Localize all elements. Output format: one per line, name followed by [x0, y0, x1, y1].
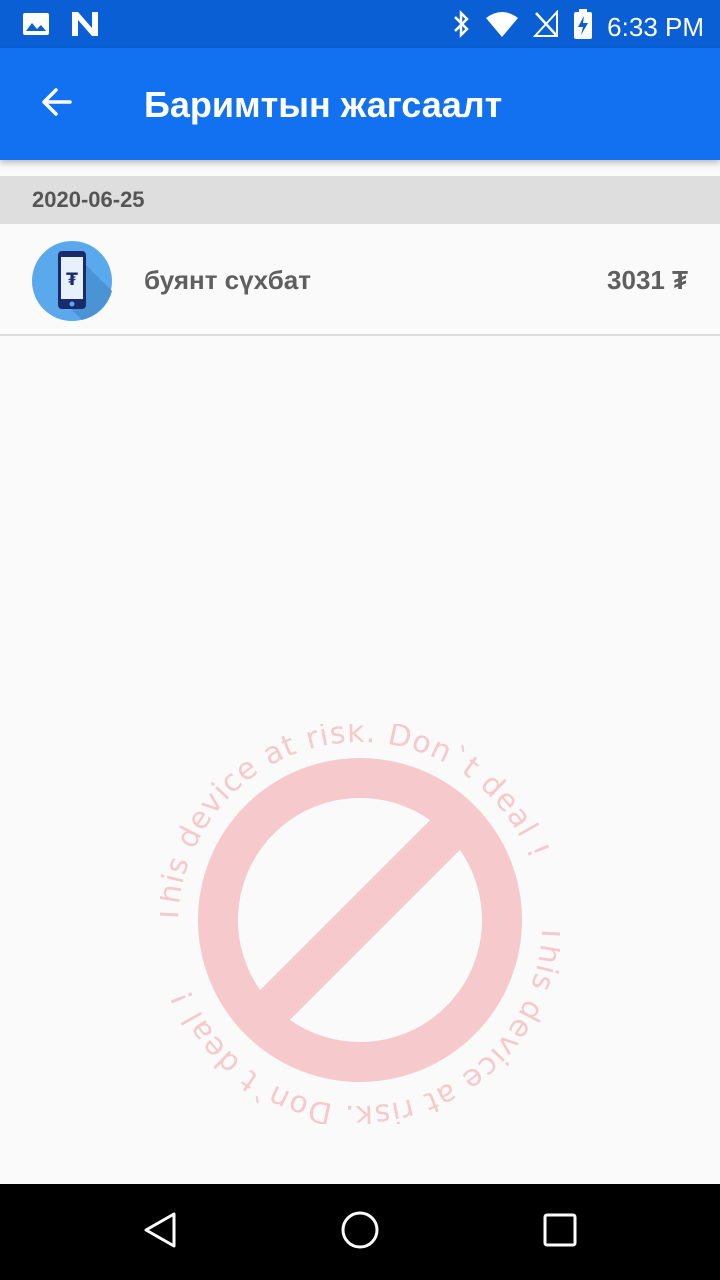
- battery-charging-icon: [573, 8, 593, 45]
- status-bar: 6:33 PM: [0, 0, 720, 48]
- back-button[interactable]: [28, 76, 84, 132]
- list-item-amount: 3031 ₮: [607, 265, 688, 295]
- bluetooth-icon: [451, 9, 471, 44]
- no-signal-icon: [532, 9, 559, 43]
- watermark-text: This device at risk. Don`t deal !: [164, 923, 568, 1134]
- svg-text:This device at risk. Don`t dea: This device at risk. Don`t deal !: [160, 724, 556, 925]
- nav-recents-button[interactable]: [536, 1208, 584, 1256]
- wifi-icon: [485, 10, 519, 43]
- watermark-text: This device at risk. Don`t deal !: [151, 715, 555, 926]
- nav-back-button[interactable]: [136, 1208, 184, 1256]
- n-icon: [70, 10, 100, 43]
- navigation-bar: [0, 1184, 720, 1280]
- svg-text:₮: ₮: [66, 270, 78, 290]
- home-circle-icon: [340, 1210, 380, 1255]
- date-section-header: 2020-06-25: [0, 176, 720, 224]
- svg-text:This device at risk. Don`t dea: This device at risk. Don`t deal !: [164, 923, 560, 1124]
- list-item-name: буянт сүхбат: [144, 265, 311, 295]
- list-item[interactable]: ₮ буянт сүхбат 3031 ₮: [0, 224, 720, 336]
- phone-tugrik-icon: ₮: [32, 241, 112, 321]
- recents-square-icon: [540, 1210, 580, 1255]
- app-bar: Баримтын жагсаалт: [0, 48, 720, 160]
- clock: 6:33 PM: [607, 11, 704, 42]
- risk-watermark: This device at risk. Don`t deal ! This d…: [151, 715, 569, 1133]
- page-title: Баримтын жагсаалт: [144, 84, 503, 125]
- nav-home-button[interactable]: [336, 1208, 384, 1256]
- back-triangle-icon: [140, 1210, 180, 1255]
- arrow-left-icon: [38, 84, 74, 125]
- image-icon: [22, 10, 50, 43]
